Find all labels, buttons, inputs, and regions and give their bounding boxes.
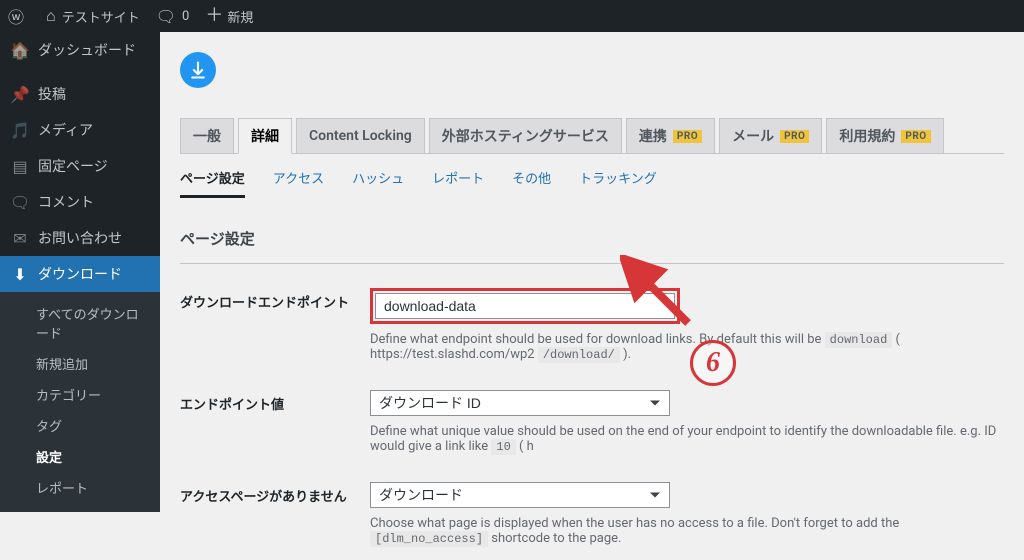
pro-badge: PRO: [673, 130, 702, 143]
media-icon: 🎵: [10, 121, 30, 140]
sidebar-item-label: ダッシュボード: [38, 40, 136, 60]
subnav-access[interactable]: アクセス: [273, 168, 324, 198]
settings-subnav: ページ設定 アクセス ハッシュ レポート その他 トラッキング: [180, 168, 1004, 198]
sidebar-sub-all[interactable]: すべてのダウンロード: [0, 298, 160, 348]
home-icon: ⌂: [46, 6, 56, 26]
new-label: 新規: [227, 7, 253, 26]
sidebar-item-label: お問い合わせ: [38, 228, 122, 248]
comments-count: 0: [182, 9, 189, 24]
sidebar-item-label: 固定ページ: [38, 156, 108, 176]
plugin-logo-icon: [180, 52, 216, 88]
sidebar-sub-category[interactable]: カテゴリー: [0, 379, 160, 410]
annotation-highlight: [370, 288, 680, 324]
sidebar-sub-settings[interactable]: 設定: [0, 441, 160, 472]
subnav-other[interactable]: その他: [512, 168, 551, 198]
sidebar-sub-report[interactable]: レポート: [0, 472, 160, 503]
new-content[interactable]: ＋新規: [197, 0, 261, 32]
sidebar-sub-tag[interactable]: タグ: [0, 410, 160, 441]
tab-detail[interactable]: 詳細: [238, 118, 292, 154]
comment-icon: 🗨: [156, 7, 176, 26]
no-access-page-select[interactable]: ダウンロード: [370, 482, 670, 508]
site-link[interactable]: ⌂ テストサイト: [38, 0, 148, 32]
gauge-icon: 🏠: [10, 41, 30, 60]
field-label-endpoint: ダウンロードエンドポイント: [180, 274, 370, 376]
tab-content-locking[interactable]: Content Locking: [296, 118, 425, 154]
sidebar-item-media[interactable]: 🎵 メディア: [0, 112, 160, 148]
site-title: テストサイト: [62, 7, 140, 26]
sidebar-item-label: ダウンロード: [38, 264, 122, 284]
field-label-endpoint-value: エンドポイント値: [180, 376, 370, 468]
settings-tabs: 一般 詳細 Content Locking 外部ホスティングサービス 連携PRO…: [180, 118, 1004, 154]
sidebar-submenu-download: すべてのダウンロード 新規追加 カテゴリー タグ 設定 レポート 拡張機能 LI…: [0, 292, 160, 512]
section-title: ページ設定: [180, 214, 1004, 264]
sidebar-item-download[interactable]: ⬇ ダウンロード: [0, 256, 160, 292]
sidebar-sub-add[interactable]: 新規追加: [0, 348, 160, 379]
endpoint-value-description: Define what unique value should be used …: [370, 424, 1004, 454]
pro-badge: PRO: [780, 130, 809, 143]
sidebar-item-comments[interactable]: 🗨 コメント: [0, 184, 160, 220]
no-access-description: Choose what page is displayed when the u…: [370, 516, 1004, 546]
wp-logo[interactable]: ⓦ: [0, 0, 38, 32]
pin-icon: 📌: [10, 85, 30, 104]
tab-terms[interactable]: 利用規約PRO: [826, 118, 943, 154]
field-label-no-access: アクセスページがありません: [180, 468, 370, 560]
sidebar-item-posts[interactable]: 📌 投稿: [0, 76, 160, 112]
endpoint-input[interactable]: [375, 293, 675, 319]
tab-integration[interactable]: 連携PRO: [626, 118, 715, 154]
sidebar-item-label: メディア: [38, 120, 93, 140]
tab-external-hosting[interactable]: 外部ホスティングサービス: [429, 118, 622, 154]
mail-icon: ✉: [10, 229, 30, 248]
sidebar-item-dashboard[interactable]: 🏠 ダッシュボード: [0, 32, 160, 68]
comment-icon: 🗨: [10, 193, 30, 212]
plus-icon: ＋: [205, 8, 223, 24]
subnav-hash[interactable]: ハッシュ: [352, 168, 404, 198]
page-icon: ▤: [10, 157, 30, 176]
wordpress-icon: ⓦ: [8, 4, 24, 28]
download-icon: ⬇: [10, 265, 30, 284]
sidebar-item-contact[interactable]: ✉ お問い合わせ: [0, 220, 160, 256]
sidebar-item-label: 投稿: [38, 84, 66, 104]
subnav-report[interactable]: レポート: [432, 168, 484, 198]
endpoint-value-select[interactable]: ダウンロード ID: [370, 390, 670, 416]
subnav-tracking[interactable]: トラッキング: [579, 168, 657, 198]
pro-badge: PRO: [901, 130, 930, 143]
tab-mail[interactable]: メールPRO: [719, 118, 822, 154]
sidebar-item-pages[interactable]: ▤ 固定ページ: [0, 148, 160, 184]
sidebar-sub-extend[interactable]: 拡張機能: [0, 503, 160, 512]
comments-link[interactable]: 🗨0: [148, 0, 198, 32]
endpoint-description: Define what endpoint should be used for …: [370, 332, 1004, 362]
subnav-page-settings[interactable]: ページ設定: [180, 168, 245, 198]
tab-general[interactable]: 一般: [180, 118, 234, 154]
sidebar-item-label: コメント: [38, 192, 94, 212]
